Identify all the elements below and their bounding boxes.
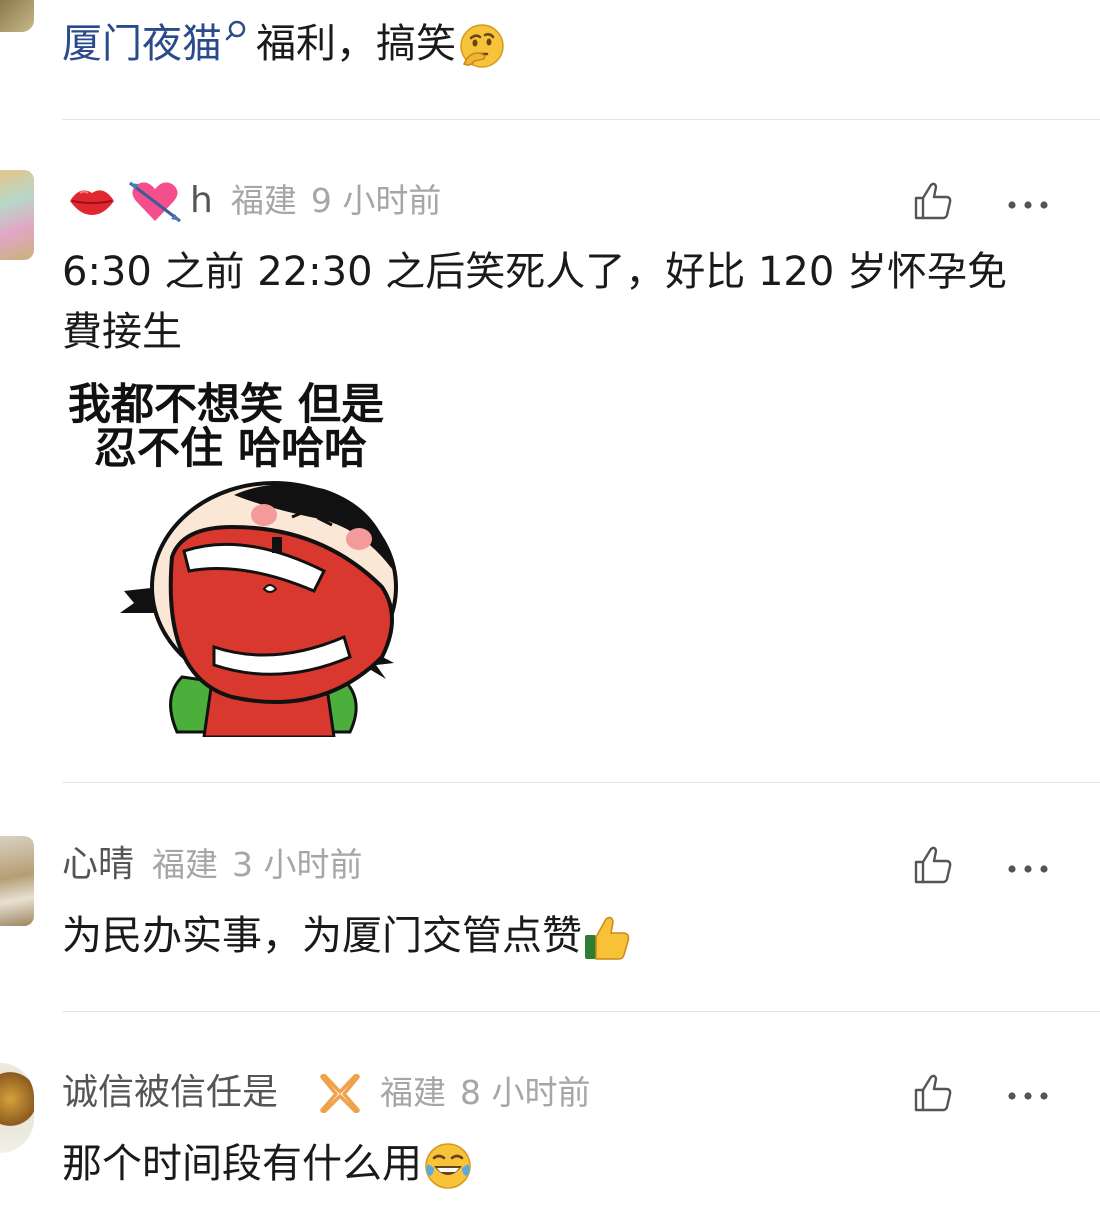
more-dots-icon[interactable] (1006, 860, 1050, 873)
thumb-up-outline-icon[interactable] (912, 1072, 954, 1114)
comment-line: 6:30 之前 22:30 之后笑死人了，好比 120 岁怀孕免 (62, 249, 1008, 295)
search-icon[interactable] (222, 14, 256, 54)
comment-username[interactable]: h (190, 176, 213, 226)
comment-time: 9 小时前 (310, 181, 442, 220)
avatar[interactable] (0, 1063, 34, 1153)
thumbs-up-emoji (582, 913, 632, 963)
thumb-up-outline-icon[interactable] (912, 180, 954, 222)
divider (62, 119, 1100, 120)
comment-time: 3 小时前 (232, 845, 363, 884)
comment-line: 費接生 (62, 309, 182, 355)
sticker-caption-line: 忍不住 哈哈哈 (94, 424, 367, 474)
divider (62, 1011, 1100, 1012)
thinking-face-emoji (458, 22, 506, 70)
comment-header: h 福建 9 小时前 (66, 176, 441, 226)
comment-body: 那个时间段有什么用 (62, 1134, 474, 1194)
cartoon-face-drawing (120, 481, 398, 737)
heart-with-arrow-emoji (126, 177, 184, 225)
kiss-mark-emoji (66, 179, 118, 223)
comment-username[interactable]: 心晴 (62, 840, 134, 890)
comment-header: 诚信被信任是 福建 8 小时前 (62, 1068, 591, 1118)
comment-body: 6:30 之前 22:30 之后笑死人了，好比 120 岁怀孕免 費接生 (62, 242, 1072, 362)
sticker-caption-line: 我都不想笑 但是 (68, 380, 384, 430)
comment-body: 为民办实事，为厦门交管点赞 (62, 906, 632, 966)
top-avatar-fragment (0, 0, 34, 32)
comment-line: 为民办实事，为厦门交管点赞 (62, 913, 582, 959)
rolling-laughing-emoji (422, 1140, 474, 1192)
more-dots-icon[interactable] (1006, 1087, 1050, 1100)
comment-location: 福建 (152, 845, 219, 884)
comment-line: 那个时间段有什么用 (62, 1141, 422, 1187)
ribbon-badge-icon (318, 1073, 362, 1114)
top-comment-text: 厦门夜猫 福利，搞笑 (62, 14, 506, 74)
comment-time: 8 小时前 (460, 1073, 591, 1112)
thumb-up-outline-icon[interactable] (912, 844, 954, 886)
laughing-sticker[interactable]: 我都不想笑 但是 忍不住 哈哈哈 (62, 372, 432, 737)
avatar[interactable] (0, 836, 34, 926)
comment-location: 福建 (380, 1073, 447, 1112)
topic-link[interactable]: 厦门夜猫 (62, 21, 222, 67)
comment-username[interactable]: 诚信被信任是 (62, 1068, 278, 1118)
more-dots-icon[interactable] (1006, 196, 1050, 209)
divider (62, 782, 1100, 783)
comment-location: 福建 (230, 181, 297, 220)
avatar[interactable] (0, 170, 34, 260)
comment-header: 心晴 福建 3 小时前 (62, 840, 363, 890)
top-comment-rest: 福利，搞笑 (256, 21, 456, 67)
